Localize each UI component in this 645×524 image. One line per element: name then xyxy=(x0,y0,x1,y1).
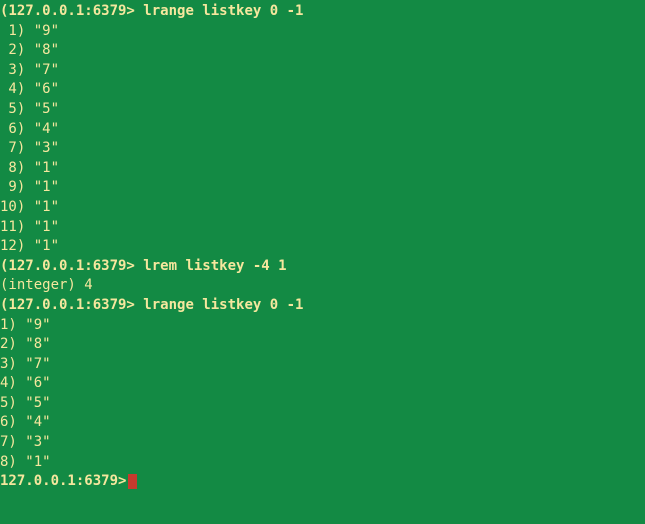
result-value: "3" xyxy=(25,434,50,450)
result-index: 5) xyxy=(0,395,17,411)
result-value: "8" xyxy=(25,336,50,352)
list-item: 9) "1" xyxy=(0,178,645,198)
command-text: lrem listkey -4 1 xyxy=(143,258,286,274)
result-index: 4) xyxy=(0,81,25,97)
list-item: 3) "7" xyxy=(0,61,645,81)
command-line: (127.0.0.1:6379> lrange listkey 0 -1 xyxy=(0,296,645,316)
list-item: 3) "7" xyxy=(0,355,645,375)
prompt: (127.0.0.1:6379> xyxy=(0,258,135,274)
list-item: 1) "9" xyxy=(0,316,645,336)
result-index: 1) xyxy=(0,23,25,39)
list-item: 1) "9" xyxy=(0,22,645,42)
result-index: 3) xyxy=(0,62,25,78)
prompt: (127.0.0.1:6379> xyxy=(0,297,135,313)
cursor xyxy=(128,474,137,489)
list-item: 8) "1" xyxy=(0,453,645,473)
result-value: "9" xyxy=(25,317,50,333)
result-value: "9" xyxy=(34,23,59,39)
command-text: lrange listkey 0 -1 xyxy=(143,3,303,19)
result-index: 3) xyxy=(0,356,17,372)
list-item: 10) "1" xyxy=(0,198,645,218)
list-item: 2) "8" xyxy=(0,41,645,61)
list-item: 2) "8" xyxy=(0,335,645,355)
prompt: (127.0.0.1:6379> xyxy=(0,3,135,19)
list-item: 8) "1" xyxy=(0,159,645,179)
result-value: "4" xyxy=(25,414,50,430)
list-item: 4) "6" xyxy=(0,80,645,100)
list-item: 6) "4" xyxy=(0,413,645,433)
list-item: 5) "5" xyxy=(0,100,645,120)
result-index: 5) xyxy=(0,101,25,117)
result-index: 2) xyxy=(0,336,17,352)
result-index: 10) xyxy=(0,199,25,215)
list-item: 5) "5" xyxy=(0,394,645,414)
result-index: 7) xyxy=(0,434,17,450)
result-value: "5" xyxy=(34,101,59,117)
result-index: 8) xyxy=(0,160,25,176)
list-item: 7) "3" xyxy=(0,433,645,453)
result-index: 4) xyxy=(0,375,17,391)
result-index: 6) xyxy=(0,121,25,137)
list-item: 7) "3" xyxy=(0,139,645,159)
result-value: "7" xyxy=(25,356,50,372)
result-value: "6" xyxy=(25,375,50,391)
result-value: "1" xyxy=(34,160,59,176)
result-index: 12) xyxy=(0,238,25,254)
result-index: 2) xyxy=(0,42,25,58)
result-value: "4" xyxy=(34,121,59,137)
result-index: 7) xyxy=(0,140,25,156)
result-value: "8" xyxy=(34,42,59,58)
result-value: "7" xyxy=(34,62,59,78)
result-value: "6" xyxy=(34,81,59,97)
result-index: 1) xyxy=(0,317,17,333)
result-value: "5" xyxy=(25,395,50,411)
list-item: 12) "1" xyxy=(0,237,645,257)
result-index: 9) xyxy=(0,179,25,195)
list-item: 4) "6" xyxy=(0,374,645,394)
integer-result: (integer) 4 xyxy=(0,276,645,296)
command-text: lrange listkey 0 -1 xyxy=(143,297,303,313)
result-value: "1" xyxy=(34,199,59,215)
list-item: 11) "1" xyxy=(0,218,645,238)
prompt: 127.0.0.1:6379> xyxy=(0,473,126,489)
result-value: "1" xyxy=(34,238,59,254)
result-index: 8) xyxy=(0,454,17,470)
list-item: 6) "4" xyxy=(0,120,645,140)
result-value: "1" xyxy=(34,179,59,195)
result-value: "3" xyxy=(34,140,59,156)
result-index: 6) xyxy=(0,414,17,430)
command-line: (127.0.0.1:6379> lrem listkey -4 1 xyxy=(0,257,645,277)
result-index: 11) xyxy=(0,219,25,235)
terminal-output[interactable]: (127.0.0.1:6379> lrange listkey 0 -1 1) … xyxy=(0,2,645,492)
command-line: (127.0.0.1:6379> lrange listkey 0 -1 xyxy=(0,2,645,22)
result-value: "1" xyxy=(25,454,50,470)
active-prompt-line[interactable]: 127.0.0.1:6379> xyxy=(0,472,645,492)
result-value: "1" xyxy=(34,219,59,235)
